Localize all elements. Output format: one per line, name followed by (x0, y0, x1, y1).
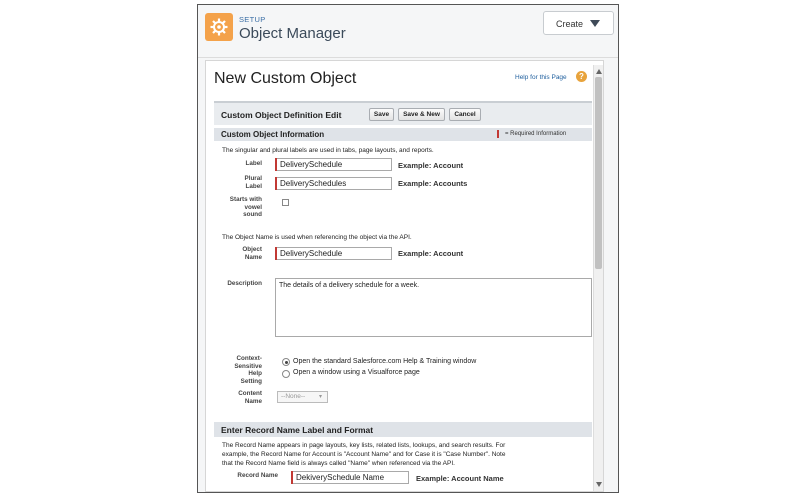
help-setting-line3: Help (248, 370, 262, 377)
record-name-intro-line1: The Record Name appears in page layouts,… (222, 442, 506, 449)
help-option-standard-radio[interactable] (282, 358, 290, 366)
object-name-label-line1: Object (242, 246, 262, 253)
help-icon[interactable]: ? (576, 71, 587, 82)
record-name-intro-text: The Record Name appears in page layouts,… (222, 441, 592, 468)
required-legend: = Required Information (505, 131, 567, 137)
content-name-line2: Name (244, 397, 262, 405)
record-name-label: Record Name (237, 472, 278, 479)
page-title: New Custom Object (214, 70, 357, 87)
plural-label-input-value: DeliverySchedules (280, 179, 347, 188)
help-option-visualforce-radio[interactable] (282, 370, 290, 378)
save-button[interactable]: Save (369, 108, 394, 121)
record-name-intro-line3: that the Record Name field is always cal… (222, 460, 455, 467)
object-name-intro-text: The Object Name is used when referencing… (222, 234, 412, 241)
object-name-field-label: Object Name (222, 246, 262, 261)
setup-label: SETUP (239, 15, 266, 24)
vowel-label-line3: sound (243, 211, 262, 218)
vowel-label-line1: Starts with (229, 196, 262, 203)
object-name-example: Example: Account (398, 249, 464, 258)
required-indicator (275, 177, 277, 190)
section-custom-object-information: Custom Object Information = Required Inf… (214, 128, 592, 141)
content-name-select[interactable]: --None-- ▾ (277, 391, 328, 403)
definition-edit-title: Custom Object Definition Edit (221, 110, 342, 120)
save-new-button[interactable]: Save & New (398, 108, 445, 121)
content-name-select-value: --None-- (281, 393, 306, 400)
object-name-input[interactable]: DeliverySchedule (275, 247, 392, 260)
scroll-up-arrow-icon[interactable] (596, 69, 602, 74)
required-indicator (291, 471, 293, 484)
setup-header: SETUP Object Manager Create (198, 5, 618, 58)
chevron-down-icon: ▾ (319, 394, 323, 400)
vowel-label-line2: vowel (244, 203, 263, 211)
content-name-line1: Content (238, 390, 262, 397)
help-setting-line2: Sensitive (234, 362, 262, 370)
content-panel: New Custom Object Help for this Page ? C… (205, 60, 604, 492)
plural-label-line2: Label (245, 182, 262, 190)
description-label: Description (227, 280, 262, 287)
required-marker (497, 130, 499, 138)
plural-label-line1: Plural (244, 175, 263, 182)
create-button[interactable]: Create (543, 11, 614, 35)
help-setting-label: Context- Sensitive Help Setting (212, 355, 262, 385)
label-input-value: DeliverySchedule (280, 160, 343, 169)
gear-icon (205, 13, 233, 41)
record-name-example: Example: Account Name (416, 474, 504, 483)
section-record-name: Enter Record Name Label and Format (214, 422, 592, 437)
cancel-button[interactable]: Cancel (449, 108, 481, 121)
scrollbar-thumb[interactable] (595, 77, 602, 269)
required-indicator (275, 158, 277, 171)
label-field-label: Label (245, 160, 262, 167)
plural-label-input[interactable]: DeliverySchedules (275, 177, 392, 190)
scroll-down-arrow-icon[interactable] (596, 482, 602, 487)
caret-down-icon (590, 20, 600, 27)
create-button-label: Create (556, 19, 584, 29)
vertical-scrollbar[interactable] (593, 65, 603, 491)
description-textarea[interactable]: The details of a delivery schedule for a… (275, 278, 592, 337)
record-name-intro-line2: example, the Record Name for Account is … (222, 451, 506, 458)
help-option-visualforce-label: Open a window using a Visualforce page (293, 369, 420, 376)
definition-edit-bar: Custom Object Definition Edit Save Save … (214, 101, 592, 125)
labels-intro-text: The singular and plural labels are used … (222, 147, 434, 154)
record-name-input-value: DekiverySchedule Name (296, 473, 385, 482)
object-name-input-value: DeliverySchedule (280, 249, 343, 258)
app-window: SETUP Object Manager Create New Custom O… (197, 4, 619, 493)
object-name-label-line2: Name (244, 253, 262, 261)
content-name-label: Content Name (222, 390, 262, 405)
section-title: Custom Object Information (221, 130, 325, 139)
help-option-standard-label: Open the standard Salesforce.com Help & … (293, 358, 477, 365)
label-example: Example: Account (398, 161, 464, 170)
plural-label-example: Example: Accounts (398, 179, 468, 188)
plural-label-field-label: Plural Label (222, 175, 263, 190)
label-input[interactable]: DeliverySchedule (275, 158, 392, 171)
help-link[interactable]: Help for this Page (515, 74, 567, 81)
help-setting-line1: Context- (236, 355, 262, 362)
record-name-input[interactable]: DekiverySchedule Name (291, 471, 409, 484)
starts-with-vowel-label: Starts with vowel sound (212, 196, 262, 219)
app-title: Object Manager (239, 25, 346, 42)
starts-with-vowel-checkbox[interactable] (282, 199, 289, 206)
record-name-section-title: Enter Record Name Label and Format (221, 425, 374, 435)
required-indicator (275, 247, 277, 260)
help-setting-line4: Setting (240, 377, 262, 385)
